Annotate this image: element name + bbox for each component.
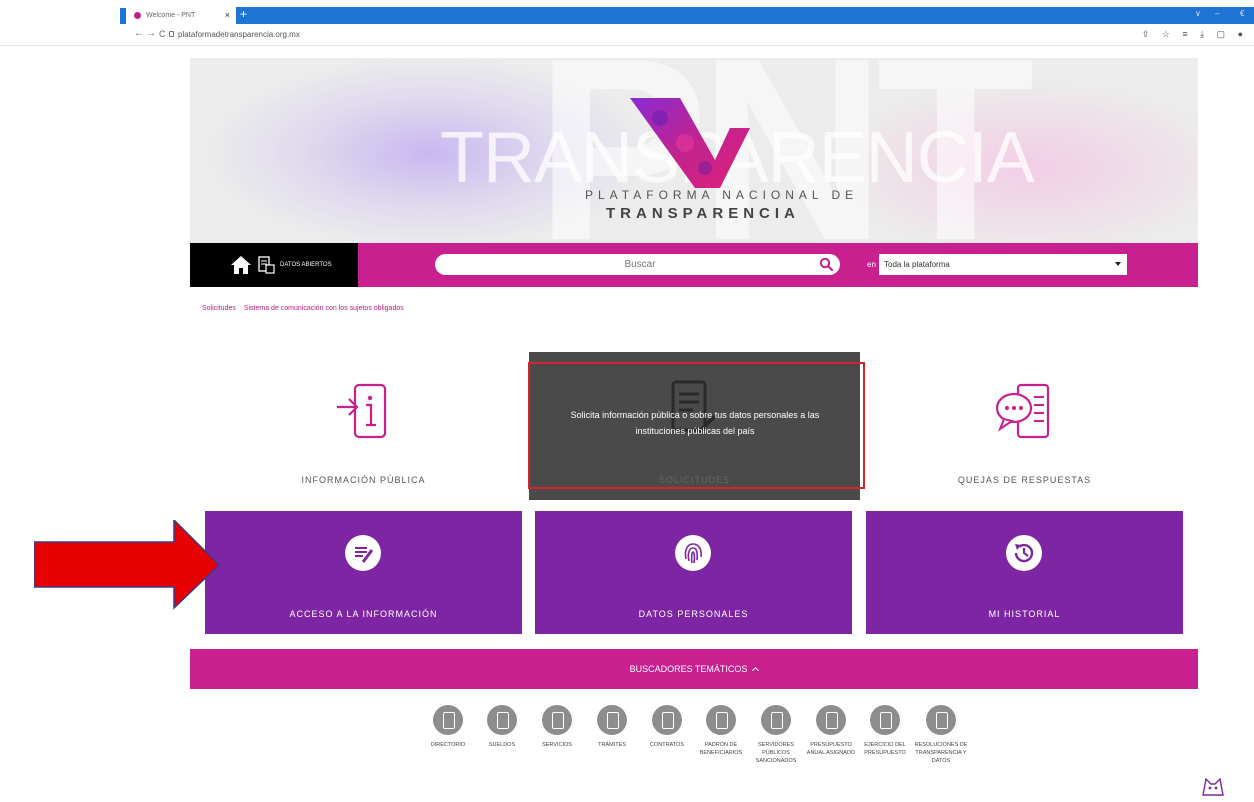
forward-button[interactable]: → bbox=[146, 28, 156, 39]
quejas-icon bbox=[995, 383, 1050, 439]
card-label: QUEJAS DE RESPUESTAS bbox=[957, 475, 1092, 485]
presupuesto-icon bbox=[816, 705, 846, 735]
browser-tab-active[interactable]: Welcome - PNT × bbox=[126, 7, 236, 24]
main-navbar: DATOS ABIERTOS en Toda la plataforma bbox=[190, 243, 1198, 287]
card-mi-historial[interactable]: MI HISTORIAL bbox=[866, 511, 1183, 634]
contratos-icon bbox=[652, 705, 682, 735]
new-tab-button[interactable]: + bbox=[240, 7, 247, 21]
address-bar: ← → C plataformadetransparencia.org.mx ⇪… bbox=[0, 24, 1254, 46]
card-informacion-publica[interactable]: INFORMACIÓN PÚBLICA bbox=[205, 352, 522, 500]
card-acceso-informacion[interactable]: ACCESO A LA INFORMACIÓN bbox=[205, 511, 522, 634]
site-favicon-icon bbox=[134, 12, 141, 19]
url-field[interactable]: plataformadetransparencia.org.mx bbox=[178, 30, 300, 39]
tool-label: DIRECTORIO bbox=[430, 742, 466, 748]
home-icon[interactable] bbox=[230, 255, 252, 275]
search-input[interactable] bbox=[435, 254, 815, 275]
datos-abiertos-icon[interactable] bbox=[257, 255, 275, 275]
scope-select[interactable]: Toda la plataforma bbox=[879, 254, 1127, 275]
tool-label: SERVIDORES PÚBLICOS SANCIONADOS bbox=[755, 742, 797, 764]
tool-padron[interactable]: PADRÓN DE BENEFICIARIOS bbox=[691, 705, 751, 757]
resoluciones-icon bbox=[926, 705, 956, 735]
search-icon[interactable] bbox=[819, 257, 833, 271]
tool-presupuesto[interactable]: PRESUPUESTO ANUAL ASIGNADO bbox=[801, 705, 861, 757]
tool-servidores[interactable]: SERVIDORES PÚBLICOS SANCIONADOS bbox=[746, 705, 806, 765]
breadcrumb-item-sistema[interactable]: Sistema de comunicación con los sujetos … bbox=[244, 305, 404, 312]
tool-label: TRÁMITES bbox=[598, 742, 626, 748]
tool-label: SUELDOS bbox=[488, 742, 516, 748]
tool-tramites[interactable]: TRÁMITES bbox=[582, 705, 642, 749]
scope-prefix-label: en bbox=[867, 260, 876, 269]
window-restore-icon[interactable]: – bbox=[1215, 9, 1219, 18]
sueldos-icon bbox=[487, 705, 517, 735]
chevron-up-icon bbox=[752, 666, 760, 675]
lock-icon[interactable] bbox=[169, 31, 174, 37]
informacion-icon bbox=[337, 383, 387, 439]
tool-label: CONTRATOS bbox=[649, 742, 685, 748]
tool-sueldos[interactable]: SUELDOS bbox=[472, 705, 532, 749]
tool-label: PRESUPUESTO ANUAL ASIGNADO bbox=[806, 742, 856, 756]
tool-ejercicio[interactable]: EJERCICIO DEL PRESUPUESTO bbox=[855, 705, 915, 757]
pnt-logo-icon bbox=[630, 98, 750, 188]
browser-toolbar-icons[interactable]: ⇪ ☆ ≡ ⤓ ▢ ● bbox=[1142, 29, 1248, 40]
directorio-icon bbox=[433, 705, 463, 735]
card-label: DATOS PERSONALES bbox=[638, 609, 749, 619]
tool-contratos[interactable]: CONTRATOS bbox=[637, 705, 697, 749]
servidores-icon bbox=[761, 705, 791, 735]
card-label: INFORMACIÓN PÚBLICA bbox=[301, 475, 426, 485]
tool-label: PADRÓN DE BENEFICIARIOS bbox=[699, 742, 743, 756]
datos-abiertos-link[interactable]: DATOS ABIERTOS bbox=[280, 262, 332, 268]
card-label: ACCESO A LA INFORMACIÓN bbox=[289, 609, 438, 619]
chevron-down-icon bbox=[1115, 262, 1121, 266]
tool-label: RESOLUCIONES DE TRANSPARENCIA Y DATOS bbox=[914, 742, 968, 764]
hero-title-line1: PLATAFORMA NACIONAL DE bbox=[585, 188, 859, 202]
tool-servicios[interactable]: SERVICIOS bbox=[527, 705, 587, 749]
tramites-icon bbox=[597, 705, 627, 735]
window-minimize-icon[interactable]: ∨ bbox=[1195, 9, 1201, 18]
breadcrumb-item-solicitudes[interactable]: Solicitudes bbox=[202, 305, 236, 312]
tab-strip-background bbox=[236, 7, 1254, 24]
hero-banner: PNT TRANSPARENCIA PLATAFORMA NACIONAL DE… bbox=[190, 58, 1198, 243]
back-button[interactable]: ← bbox=[134, 28, 144, 39]
red-arrow-icon bbox=[34, 520, 221, 610]
padron-icon bbox=[706, 705, 736, 735]
window-close-icon[interactable]: € bbox=[1240, 9, 1244, 18]
edit-document-icon bbox=[345, 535, 381, 571]
tool-label: SERVICIOS bbox=[542, 742, 572, 748]
tab-title: Welcome - PNT bbox=[146, 12, 196, 19]
card-label: MI HISTORIAL bbox=[988, 609, 1061, 619]
servicios-icon bbox=[542, 705, 572, 735]
card-datos-personales[interactable]: DATOS PERSONALES bbox=[535, 511, 852, 634]
navbar-home-area: DATOS ABIERTOS bbox=[190, 243, 358, 287]
breadcrumb: Solicitudes Sistema de comunicación con … bbox=[202, 305, 410, 312]
buscadores-tematicos-toggle[interactable]: BUSCADORES TEMÁTICOS bbox=[190, 649, 1198, 689]
highlight-rectangle bbox=[528, 362, 865, 489]
scope-selected-value: Toda la plataforma bbox=[884, 260, 950, 269]
chat-assistant-icon[interactable] bbox=[1200, 775, 1226, 797]
browser-tab-strip: Welcome - PNT × + ∨ – € bbox=[0, 0, 1254, 24]
card-quejas[interactable]: QUEJAS DE RESPUESTAS bbox=[866, 352, 1183, 500]
reload-button[interactable]: C bbox=[159, 29, 166, 39]
tool-directorio[interactable]: DIRECTORIO bbox=[418, 705, 478, 749]
search-box bbox=[435, 254, 840, 275]
tool-resoluciones[interactable]: RESOLUCIONES DE TRANSPARENCIA Y DATOS bbox=[911, 705, 971, 765]
tab-close-icon[interactable]: × bbox=[225, 10, 230, 20]
tematicos-title: BUSCADORES TEMÁTICOS bbox=[629, 664, 748, 674]
tool-label: EJERCICIO DEL PRESUPUESTO bbox=[864, 742, 906, 756]
fingerprint-icon bbox=[675, 535, 711, 571]
hero-title-line2: TRANSPARENCIA bbox=[606, 205, 800, 222]
ejercicio-icon bbox=[870, 705, 900, 735]
history-icon bbox=[1006, 535, 1042, 571]
